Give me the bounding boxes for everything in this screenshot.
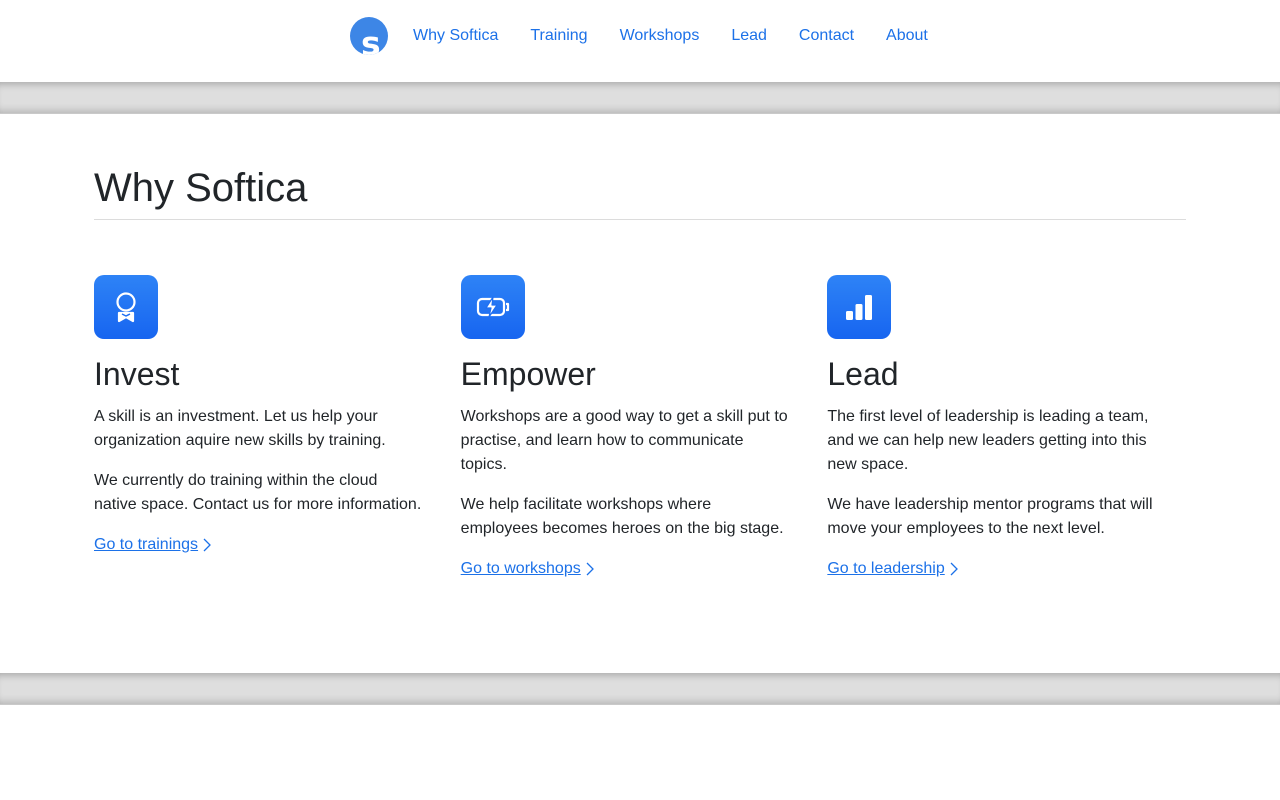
- nav-link-contact[interactable]: Contact: [799, 17, 854, 55]
- battery-charging-icon: [460, 275, 525, 339]
- feature-title: Empower: [460, 356, 596, 392]
- section-separator-top: [0, 82, 1280, 114]
- link-label: Go to leadership: [827, 560, 945, 577]
- top-navigation: s Why Softica Training Workshops Lead Co…: [0, 0, 1280, 82]
- link-label: Go to trainings: [94, 536, 199, 553]
- nav-link-training[interactable]: Training: [530, 17, 587, 55]
- feature-invest: Invest A skill is an investment. Let us …: [94, 275, 461, 581]
- feature-title: Lead: [827, 356, 899, 392]
- nav-link-lead[interactable]: Lead: [731, 17, 767, 55]
- page-title: Why Softica: [94, 166, 308, 210]
- bar-chart-icon: [827, 275, 892, 339]
- nav-link-workshops[interactable]: Workshops: [620, 17, 700, 55]
- softica-logo[interactable]: s: [350, 17, 388, 55]
- nav-links: Why Softica Training Workshops Lead Cont…: [413, 17, 960, 55]
- feature-text: Workshops are a good way to get a skill …: [460, 408, 788, 473]
- go-to-leadership-link[interactable]: Go to leadership: [827, 557, 958, 581]
- main-content: Why Softica Invest A skill is an investm…: [94, 114, 1186, 577]
- feature-text: We currently do training within the clou…: [94, 472, 422, 513]
- feature-title: Invest: [94, 356, 180, 392]
- feature-columns: Invest A skill is an investment. Let us …: [94, 275, 1194, 581]
- go-to-trainings-link[interactable]: Go to trainings: [94, 533, 211, 557]
- chevron-right-icon: [586, 562, 594, 576]
- chevron-right-icon: [203, 538, 211, 552]
- feature-text: We help facilitate workshops where emplo…: [460, 496, 784, 537]
- award-icon: [94, 275, 158, 339]
- feature-empower: Empower Workshops are a good way to get …: [460, 275, 828, 581]
- logo-letter: s: [361, 24, 381, 55]
- link-label: Go to workshops: [460, 560, 581, 577]
- feature-text: The first level of leadership is leading…: [827, 408, 1149, 473]
- go-to-workshops-link[interactable]: Go to workshops: [461, 557, 594, 581]
- nav-link-about[interactable]: About: [886, 17, 928, 55]
- feature-text: A skill is an investment. Let us help yo…: [94, 408, 386, 449]
- section-separator-bottom: [0, 673, 1280, 705]
- title-divider: [94, 219, 1186, 220]
- feature-text: We have leadership mentor programs that …: [827, 496, 1153, 537]
- chevron-right-icon: [950, 562, 958, 576]
- nav-link-why-softica[interactable]: Why Softica: [413, 17, 498, 55]
- nav-container: s Why Softica Training Workshops Lead Co…: [350, 17, 960, 55]
- feature-lead: Lead The first level of leadership is le…: [827, 275, 1194, 581]
